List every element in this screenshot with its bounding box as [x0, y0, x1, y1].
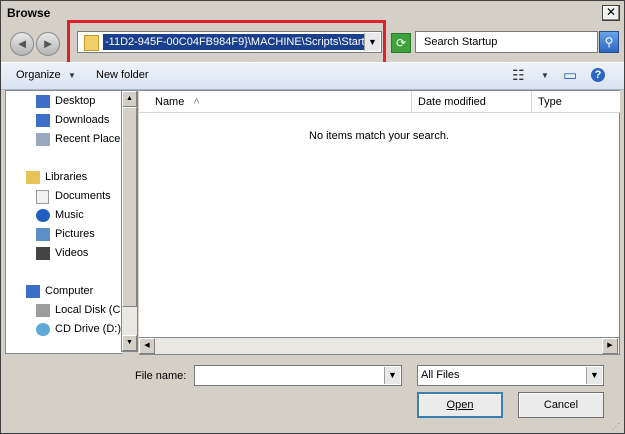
scroll-thumb[interactable] [122, 107, 137, 307]
file-list-horizontal-scrollbar[interactable]: ◀ ▶ [139, 338, 620, 355]
scroll-left-button[interactable]: ◀ [139, 338, 155, 354]
documents-icon [36, 190, 49, 204]
search-button[interactable]: ⚲ [599, 31, 619, 53]
recent-places-icon [36, 133, 50, 146]
open-button-label: Open [446, 399, 474, 411]
cd-drive-icon [36, 323, 50, 336]
videos-icon [36, 247, 50, 260]
window-title: Browse [7, 6, 51, 20]
column-header-label: Date modified [418, 96, 486, 108]
sidebar-item-label: Music [55, 209, 84, 221]
forward-button[interactable]: ► [36, 32, 60, 56]
column-header-label: Name [155, 96, 185, 108]
search-placeholder: Search Startup [424, 36, 498, 48]
refresh-button[interactable]: ⟳ [391, 33, 411, 53]
column-header-label: Type [538, 96, 562, 108]
sidebar-item-label: Recent Places [55, 133, 122, 145]
cancel-button[interactable]: Cancel [518, 392, 604, 418]
sidebar-item-label: Pictures [55, 228, 95, 240]
scroll-up-button[interactable]: ▲ [122, 91, 137, 107]
empty-message: No items match your search. [309, 130, 449, 142]
command-bar: Organize ▼ New folder ☷ ▼ ▭ ? [1, 62, 624, 90]
file-name-label: File name: [135, 370, 187, 382]
libraries-icon [26, 171, 40, 184]
downloads-icon [36, 114, 50, 127]
pictures-icon [36, 228, 50, 241]
column-header-type[interactable]: Type [532, 91, 620, 113]
music-icon [36, 209, 50, 222]
address-highlight-box [67, 20, 386, 67]
file-type-select[interactable]: All Files ▼ [417, 365, 604, 386]
scroll-right-button[interactable]: ▶ [602, 338, 618, 354]
file-list[interactable]: Name ˄ Date modified Type No items match… [139, 90, 620, 338]
navigation-scrollbar[interactable]: ▲ ▼ [121, 90, 138, 352]
file-type-dropdown-button[interactable]: ▼ [586, 367, 602, 384]
sidebar-item-label: Documents [55, 190, 111, 202]
sort-ascending-icon: ˄ [193, 96, 200, 108]
sidebar-item-label: Downloads [55, 114, 110, 126]
file-type-value: All Files [421, 369, 460, 381]
back-button[interactable]: ◄ [10, 32, 34, 56]
sidebar-item-label: Local Disk (C:) [55, 304, 122, 316]
new-folder-button[interactable]: New folder [96, 69, 149, 81]
column-header-date-modified[interactable]: Date modified [412, 91, 532, 113]
desktop-icon [36, 95, 50, 108]
search-icon: ⚲ [604, 35, 614, 49]
open-button[interactable]: Open [417, 392, 503, 418]
file-name-dropdown-button[interactable]: ▼ [384, 367, 400, 384]
browse-dialog: Browse ✕ ◄ ► -11D2-945F-00C04FB984F9}\MA… [0, 0, 625, 434]
view-options-icon[interactable]: ☷ [512, 67, 525, 84]
view-dropdown-icon[interactable]: ▼ [541, 71, 549, 80]
back-arrow-icon: ◄ [15, 36, 29, 51]
help-icon[interactable]: ? [591, 68, 605, 82]
sidebar-item-label: CD Drive (D:) [55, 323, 121, 335]
resize-grip-icon[interactable]: ⋰ [612, 422, 622, 432]
preview-pane-icon[interactable]: ▭ [563, 66, 577, 84]
sidebar-item-label: Desktop [55, 95, 96, 107]
search-input[interactable]: Search Startup [415, 31, 598, 53]
sidebar-item-label: Videos [55, 247, 89, 259]
sidebar-item-label: Computer [45, 285, 94, 297]
refresh-icon: ⟳ [395, 36, 407, 50]
file-name-input[interactable]: ▼ [194, 365, 402, 386]
column-header-name[interactable]: Name ˄ [139, 91, 412, 113]
organize-menu[interactable]: Organize [16, 69, 61, 81]
scroll-down-button[interactable]: ▼ [122, 335, 137, 351]
organize-dropdown-icon[interactable]: ▼ [68, 71, 76, 80]
forward-arrow-icon: ► [41, 36, 55, 51]
close-button[interactable]: ✕ [602, 5, 620, 21]
computer-icon [26, 285, 40, 298]
navigation-pane: Desktop Downloads Recent Places Librarie… [5, 90, 122, 354]
sidebar-item-label: Libraries [45, 171, 88, 183]
local-disk-icon [36, 304, 50, 317]
